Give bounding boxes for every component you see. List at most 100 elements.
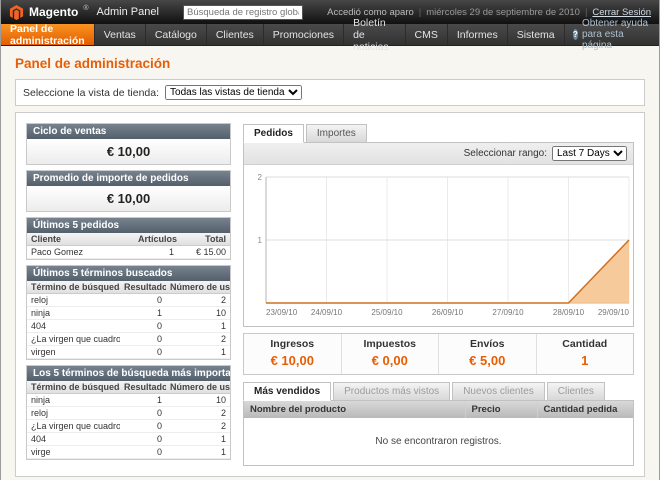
search-term-row[interactable]: reloj 0 2	[27, 294, 230, 307]
no-records-message: No se encontraron registros.	[244, 418, 633, 465]
col-cliente: Cliente	[27, 233, 134, 246]
order-row[interactable]: Paco Gomez 1 € 15.00	[27, 246, 230, 259]
col-resultados: Resultados	[120, 381, 166, 394]
magento-logo-icon	[9, 5, 24, 20]
store-view-select[interactable]: Todas las vistas de tienda	[165, 85, 302, 100]
page-title: Panel de administración	[15, 56, 645, 71]
nav-clientes[interactable]: Clientes	[207, 24, 264, 45]
svg-text:1: 1	[258, 236, 263, 245]
col-num-usos: Número de usos	[166, 281, 230, 294]
tab-clientes[interactable]: Clientes	[547, 382, 605, 401]
average-orders-box: Promedio de importe de pedidos € 10,00	[26, 170, 231, 212]
separator: |	[585, 7, 587, 18]
average-orders-title: Promedio de importe de pedidos	[27, 171, 230, 186]
totals-bar: Ingresos € 10,00 Impuestos € 0,00 Envíos…	[243, 333, 634, 375]
lifetime-sales-title: Ciclo de ventas	[27, 124, 230, 139]
svg-text:23/09/10: 23/09/10	[266, 308, 298, 317]
lifetime-sales-value: € 10,00	[27, 139, 230, 164]
last-search-terms-table: Término de búsqueda Resultados Número de…	[27, 281, 230, 359]
nav-informes[interactable]: Informes	[448, 24, 508, 45]
range-label: Seleccionar rango:	[464, 148, 547, 159]
svg-text:29/09/10: 29/09/10	[598, 308, 630, 317]
search-term-row[interactable]: ninja 1 10	[27, 307, 230, 320]
search-term-row[interactable]: ¿La virgen que cuadro! 0 2	[27, 333, 230, 346]
chart-toolbar: Seleccionar rango: Last 7 Days	[244, 143, 633, 165]
col-cantidad-pedida: Cantidad pedida	[537, 401, 633, 418]
last-orders-title: Últimos 5 pedidos	[27, 218, 230, 233]
nav-catalogo[interactable]: Catálogo	[146, 24, 207, 45]
range-select[interactable]: Last 7 Days	[552, 146, 627, 161]
nav-sistema[interactable]: Sistema	[508, 24, 565, 45]
empty-row: No se encontraron registros.	[244, 418, 633, 465]
last-orders-box: Últimos 5 pedidos Cliente Artículos Tota…	[26, 217, 231, 260]
lifetime-sales-box: Ciclo de ventas € 10,00	[26, 123, 231, 165]
svg-text:27/09/10: 27/09/10	[492, 308, 524, 317]
col-termino: Término de búsqueda	[27, 381, 120, 394]
help-icon: ?	[573, 29, 578, 40]
header: Magento ® Admin Panel Accedió como aparo…	[1, 0, 659, 24]
main-nav: Panel de administración Ventas Catálogo …	[1, 24, 659, 46]
magento-admin-app: Magento ® Admin Panel Accedió como aparo…	[0, 0, 660, 480]
svg-text:26/09/10: 26/09/10	[432, 308, 464, 317]
chart-panel: Seleccionar rango: Last 7 Days 1 2 23/09/1…	[243, 142, 634, 327]
orders-chart: 1 2 23/09/10 24/09/10 25/09/10 26/09/10 27/09/…	[244, 165, 633, 326]
dashboard-left-column: Ciclo de ventas € 10,00 Promedio de impo…	[26, 123, 231, 466]
separator: |	[419, 7, 421, 18]
search-term-row[interactable]: virgen 0 1	[27, 346, 230, 359]
grid-tabs: Más vendidos Productos más vistos Nuevos…	[243, 382, 634, 401]
logo-trademark: ®	[83, 5, 88, 12]
last-orders-table: Cliente Artículos Total Paco Gomez 1 € 1…	[27, 233, 230, 259]
total-cantidad: Cantidad 1	[537, 334, 634, 374]
last-search-terms-title: Últimos 5 términos buscados	[27, 266, 230, 281]
col-resultados: Resultados	[120, 281, 166, 294]
nav-promociones[interactable]: Promociones	[264, 24, 344, 45]
magento-logo: Magento ® Admin Panel	[9, 5, 159, 20]
page-content: Panel de administración Seleccione la vi…	[1, 46, 659, 477]
svg-text:25/09/10: 25/09/10	[371, 308, 403, 317]
search-term-row[interactable]: virge 0 1	[27, 446, 230, 459]
search-term-row[interactable]: 404 0 1	[27, 433, 230, 446]
nav-dashboard[interactable]: Panel de administración	[1, 24, 95, 45]
logo-subtitle: Admin Panel	[97, 6, 159, 18]
col-num-usos: Número de usos	[166, 381, 230, 394]
total-ingresos: Ingresos € 10,00	[244, 334, 342, 374]
top-search-terms-table: Término de búsqueda Resultados Número de…	[27, 381, 230, 459]
current-date: miércoles 29 de septiembre de 2010	[426, 7, 580, 18]
tab-productos-mas-vistos[interactable]: Productos más vistos	[333, 382, 450, 401]
store-view-switcher: Seleccione la vista de tienda: Todas las…	[15, 79, 645, 106]
logo-text: Magento	[29, 5, 78, 19]
top-search-terms-title: Los 5 términos de búsqueda más important…	[27, 366, 230, 381]
dashboard-panel: Ciclo de ventas € 10,00 Promedio de impo…	[15, 112, 645, 477]
svg-text:24/09/10: 24/09/10	[311, 308, 343, 317]
search-term-row[interactable]: reloj 0 2	[27, 407, 230, 420]
store-view-label: Seleccione la vista de tienda:	[23, 87, 159, 99]
col-precio: Precio	[465, 401, 537, 418]
nav-boletin[interactable]: Boletín de noticias	[344, 24, 405, 45]
chart-tabs: Pedidos Importes	[243, 124, 634, 143]
help-link[interactable]: ? Obtener ayuda para esta página	[565, 24, 659, 45]
total-envios: Envíos € 5,00	[439, 334, 537, 374]
tab-mas-vendidos[interactable]: Más vendidos	[243, 382, 331, 401]
top-search-terms-box: Los 5 términos de búsqueda más important…	[26, 365, 231, 460]
bestsellers-grid: Nombre del producto Precio Cantidad pedi…	[243, 400, 634, 466]
average-orders-value: € 10,00	[27, 186, 230, 211]
help-label: Obtener ayuda para esta página	[582, 18, 651, 51]
svg-text:2: 2	[258, 173, 263, 182]
col-nombre-producto: Nombre del producto	[244, 401, 465, 418]
col-total: Total	[178, 233, 230, 246]
dashboard-right-column: Pedidos Importes Seleccionar rango: Last…	[243, 123, 634, 466]
col-termino: Término de búsqueda	[27, 281, 120, 294]
logout-link[interactable]: Cerrar Sesión	[592, 7, 651, 18]
tab-pedidos[interactable]: Pedidos	[243, 124, 304, 143]
nav-ventas[interactable]: Ventas	[95, 24, 146, 45]
total-impuestos: Impuestos € 0,00	[342, 334, 440, 374]
tab-nuevos-clientes[interactable]: Nuevos clientes	[452, 382, 545, 401]
search-term-row[interactable]: 404 0 1	[27, 320, 230, 333]
nav-cms[interactable]: CMS	[406, 24, 448, 45]
search-term-row[interactable]: ninja 1 10	[27, 394, 230, 407]
global-search-input[interactable]	[183, 5, 303, 20]
col-articulos: Artículos	[134, 233, 178, 246]
last-search-terms-box: Últimos 5 términos buscados Término de b…	[26, 265, 231, 360]
search-term-row[interactable]: ¿La virgen que cuadro! 0 2	[27, 420, 230, 433]
tab-importes[interactable]: Importes	[306, 124, 367, 143]
